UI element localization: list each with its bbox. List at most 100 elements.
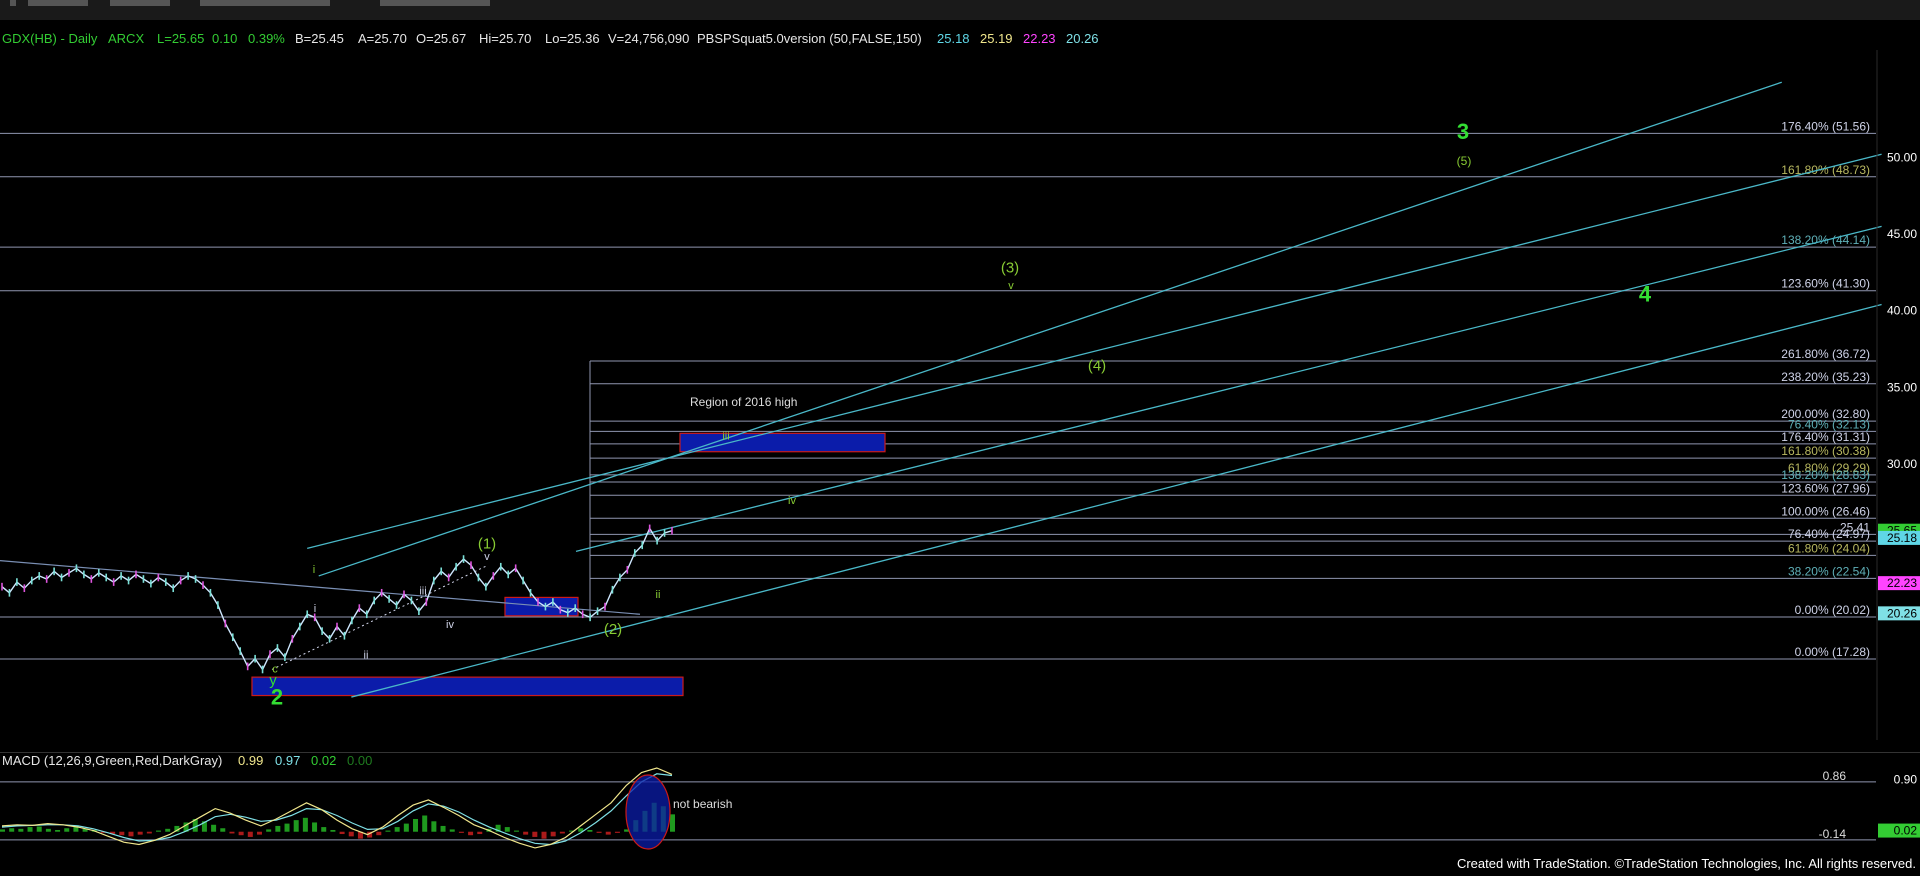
wave-label: 2 (271, 685, 283, 710)
macd-title: MACD (12,26,9,Green,Red,DarkGray) (2, 753, 222, 768)
macd-histogram-bar (403, 823, 409, 832)
toolbar-button-stub[interactable] (10, 0, 16, 6)
last-price-tag: 20.26 (1887, 606, 1917, 620)
macd-histogram-bar (9, 828, 15, 832)
macd-histogram-bar (413, 818, 419, 832)
target-box (679, 432, 886, 453)
macd-histogram-bar (146, 831, 152, 834)
macd-histogram-bar (541, 831, 547, 839)
wave-label: (1) (478, 535, 496, 552)
macd-legend-3: 0.02 (311, 753, 336, 768)
wave-label: (4) (1088, 357, 1106, 374)
macd-histogram-bar (284, 823, 290, 832)
fib-level-label: 161.80% (48.73) (1781, 163, 1870, 177)
macd-histogram-bar (247, 831, 253, 837)
fib-level-label: 138.20% (28.83) (1781, 468, 1870, 482)
macd-histogram-bar (211, 824, 217, 832)
window-toolbar (0, 0, 1920, 21)
study-value-2: 25.19 (980, 31, 1013, 46)
macd-histogram-bar (348, 831, 354, 837)
wave-label: (5) (1457, 154, 1472, 168)
fib-level-label: 123.60% (41.30) (1781, 277, 1870, 291)
wave-label: iii (722, 430, 729, 442)
macd-histogram-bar (394, 827, 400, 832)
fib-level-label: 100.00% (26.46) (1781, 504, 1870, 518)
last-price-tag: 22.23 (1887, 576, 1917, 590)
macd-histogram-bar (376, 831, 382, 836)
macd-legend-4: 0.00 (347, 753, 372, 768)
macd-highlight-ellipse (625, 774, 671, 850)
macd-level-label: 0.86 (1823, 769, 1847, 783)
macd-histogram-bar (128, 831, 134, 837)
price-chart-background (0, 20, 1920, 752)
macd-histogram-bar (670, 814, 675, 832)
wave-label: (2) (604, 621, 622, 638)
study-value-3: 22.23 (1023, 31, 1056, 46)
wave-label: v (484, 551, 490, 563)
fib-level-label: 61.80% (24.04) (1788, 541, 1870, 555)
fib-level-label: 176.40% (31.31) (1781, 430, 1870, 444)
toolbar-tab-stub[interactable] (200, 0, 330, 6)
macd-histogram-bar (532, 831, 538, 837)
macd-histogram-bar (385, 830, 391, 832)
macd-histogram-bar (513, 830, 519, 832)
macd-histogram-bar (156, 830, 162, 832)
y-tick-label: 40.00 (1887, 304, 1917, 318)
macd-histogram-bar (302, 817, 308, 832)
macd-histogram-bar (18, 828, 24, 832)
macd-histogram-bar (458, 831, 464, 833)
macd-histogram-bar (64, 828, 70, 832)
toolbar-tab-stub[interactable] (110, 0, 170, 6)
macd-histogram-bar (137, 831, 143, 835)
y-tick-label: 45.00 (1887, 227, 1917, 241)
macd-histogram-bar (614, 831, 620, 833)
wave-label: iv (788, 495, 796, 507)
target-box (251, 676, 684, 697)
macd-histogram-bar (229, 831, 235, 834)
macd-histogram-bar (220, 828, 226, 832)
macd-background (0, 752, 1920, 862)
macd-histogram-bar (45, 828, 51, 832)
toolbar-tab-stub[interactable] (380, 0, 490, 6)
macd-histogram-bar (449, 829, 455, 832)
wave-label: i (314, 603, 316, 615)
y-tick-label: 35.00 (1887, 380, 1917, 394)
wave-label: iii (419, 585, 426, 597)
symbol-label: GDX(HB) - Daily (2, 31, 98, 46)
fib-level-label: 76.40% (24.97) (1788, 527, 1870, 541)
study-value-1: 25.18 (937, 31, 970, 46)
macd-histogram-bar (550, 831, 556, 837)
wave-label: i (313, 564, 315, 576)
wave-label: 3 (1457, 119, 1469, 144)
change-pct-label: 0.39% (248, 31, 285, 46)
macd-histogram-bar (266, 829, 272, 832)
macd-histogram-bar (27, 827, 33, 832)
macd-histogram-bar (468, 831, 474, 836)
macd-histogram-bar (339, 831, 345, 835)
low-label: Lo=25.36 (545, 31, 600, 46)
fib-level-label: 261.80% (36.72) (1781, 347, 1870, 361)
y-tick-label: 50.00 (1887, 150, 1917, 164)
y-tick-label: 30.00 (1887, 457, 1917, 471)
macd-histogram-bar (119, 831, 125, 836)
macd-histogram-bar (293, 820, 299, 832)
macd-histogram-bar (330, 829, 336, 832)
fib-level-label: 161.80% (30.38) (1781, 444, 1870, 458)
wave-label: ii (656, 589, 661, 601)
volume-label: V=24,756,090 (608, 31, 689, 46)
price-chart[interactable]: GDX(HB) - Daily ARCX L=25.65 0.10 0.39% … (0, 20, 1920, 752)
macd-histogram-bar (559, 831, 565, 834)
macd-level-label: -0.14 (1819, 827, 1847, 841)
fib-level-label: 176.40% (51.56) (1781, 119, 1870, 133)
last-price-tag: 25.18 (1887, 531, 1917, 545)
macd-last-tag: 0.02 (1894, 824, 1918, 838)
toolbar-tab-stub[interactable] (28, 0, 88, 6)
macd-histogram-bar (275, 825, 281, 832)
wave-label: iv (446, 619, 454, 631)
macd-histogram-bar (238, 831, 244, 836)
fib-level-label: 238.20% (35.23) (1781, 370, 1870, 384)
study-value-4: 20.26 (1066, 31, 1099, 46)
change-label: 0.10 (212, 31, 237, 46)
macd-chart[interactable]: MACD (12,26,9,Green,Red,DarkGray) 0.99 0… (0, 752, 1920, 862)
macd-histogram-bar (440, 825, 446, 832)
